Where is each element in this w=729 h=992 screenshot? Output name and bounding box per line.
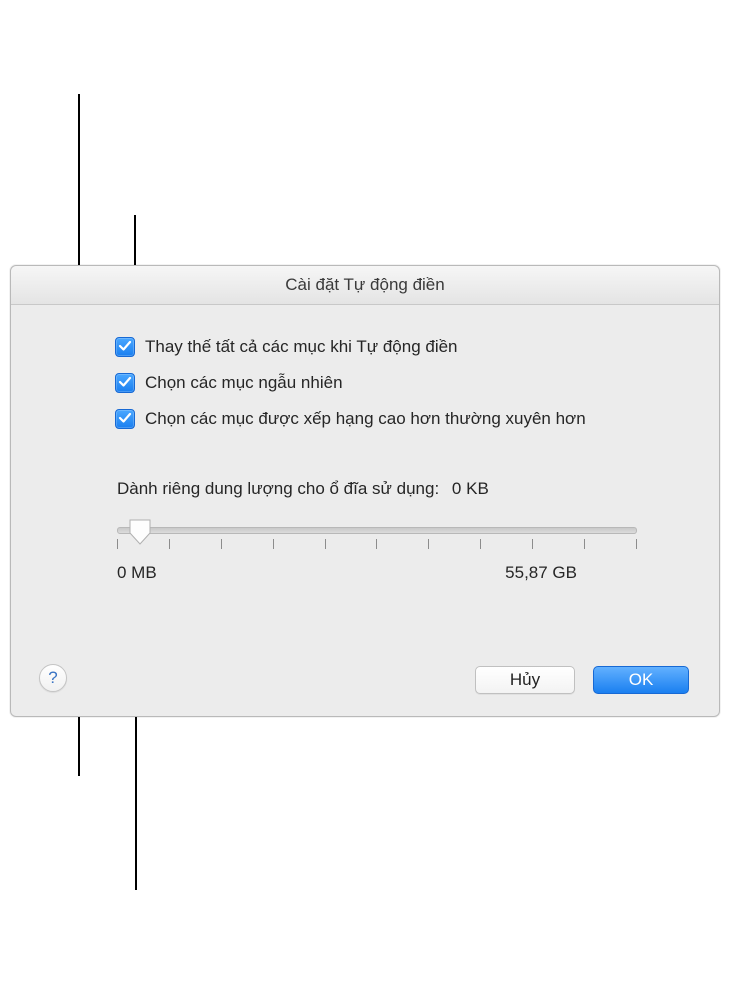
cancel-button[interactable]: Hủy: [475, 666, 575, 694]
checkmark-icon: [118, 411, 132, 425]
slider-ticks: [117, 539, 637, 549]
dialog-titlebar: Cài đặt Tự động điền: [11, 266, 719, 305]
reserve-space-slider[interactable]: [117, 517, 637, 557]
checkbox-row-replace-all[interactable]: Thay thế tất cả các mục khi Tự động điền: [115, 333, 689, 361]
slider-min-label: 0 MB: [117, 563, 157, 583]
help-icon: ?: [48, 668, 57, 688]
dialog-button-row: Hủy OK: [475, 666, 689, 694]
checkbox-label: Chọn các mục được xếp hạng cao hơn thườn…: [145, 409, 586, 429]
ok-button-label: OK: [629, 670, 654, 690]
checkbox-label: Thay thế tất cả các mục khi Tự động điền: [145, 337, 458, 357]
reserve-space-row: Dành riêng dung lượng cho ổ đĩa sử dụng:…: [117, 479, 689, 499]
slider-track[interactable]: [117, 527, 637, 534]
dialog-title: Cài đặt Tự động điền: [285, 275, 444, 295]
checkbox-replace-all[interactable]: [115, 337, 135, 357]
cancel-button-label: Hủy: [510, 670, 540, 690]
reserve-space-value: 0 KB: [452, 479, 489, 498]
checkmark-icon: [118, 375, 132, 389]
slider-max-label: 55,87 GB: [505, 563, 577, 583]
reserve-space-label: Dành riêng dung lượng cho ổ đĩa sử dụng:: [117, 479, 439, 498]
ok-button[interactable]: OK: [593, 666, 689, 694]
checkbox-row-higher-rated[interactable]: Chọn các mục được xếp hạng cao hơn thườn…: [115, 405, 689, 433]
checkmark-icon: [118, 339, 132, 353]
checkbox-higher-rated[interactable]: [115, 409, 135, 429]
checkbox-random[interactable]: [115, 373, 135, 393]
help-button[interactable]: ?: [39, 664, 67, 692]
dialog-content: Thay thế tất cả các mục khi Tự động điền…: [11, 305, 719, 603]
checkbox-row-random[interactable]: Chọn các mục ngẫu nhiên: [115, 369, 689, 397]
checkbox-label: Chọn các mục ngẫu nhiên: [145, 373, 343, 393]
autofill-settings-dialog: Cài đặt Tự động điền Thay thế tất cả các…: [10, 265, 720, 717]
slider-range-labels: 0 MB 55,87 GB: [117, 563, 637, 583]
slider-thumb[interactable]: [129, 519, 151, 545]
